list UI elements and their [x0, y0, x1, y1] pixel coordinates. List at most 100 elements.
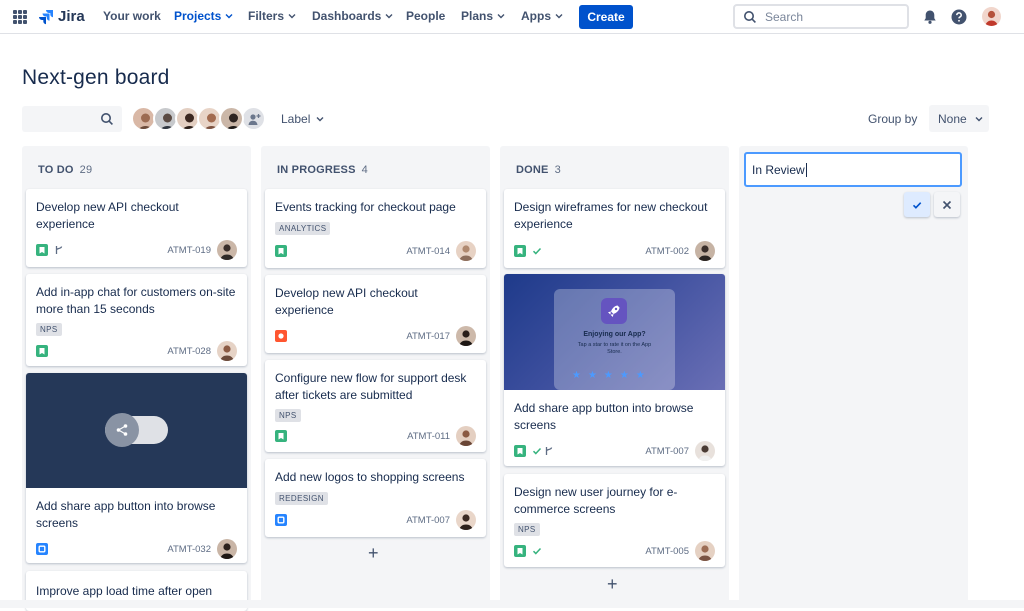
assignee-avatar[interactable]	[217, 240, 237, 260]
card-title: Improve app load time after open	[36, 584, 213, 598]
issue-card[interactable]: Design wireframes for new checkout exper…	[504, 189, 725, 268]
issue-key: ATMT-005	[645, 546, 689, 557]
nav-apps[interactable]: Apps	[521, 9, 563, 23]
column-name-input[interactable]: In Review	[744, 152, 962, 187]
notification-bell-icon[interactable]	[921, 8, 939, 26]
card-title: Design new user journey for e-commerce s…	[514, 485, 678, 516]
text-caret	[805, 162, 807, 177]
card-title: Add in-app chat for customers on-site mo…	[36, 285, 236, 316]
issue-card[interactable]: Events tracking for checkout page ANALYT…	[265, 189, 486, 268]
group-by-select[interactable]: None	[929, 105, 989, 132]
chevron-down-icon	[288, 14, 296, 19]
branch-icon	[55, 246, 63, 254]
nav-label: People	[406, 9, 446, 23]
search-icon	[744, 10, 756, 23]
assignee-avatar[interactable]	[695, 441, 715, 461]
card-title: Develop new API checkout experience	[275, 286, 418, 317]
label-tag: NPS	[514, 523, 540, 536]
column-name: IN PROGRESS	[277, 164, 356, 176]
column-done: DONE 3 Design wireframes for new checkout…	[500, 146, 729, 608]
label-filter-dropdown[interactable]: Label	[281, 112, 324, 126]
issue-key: ATMT-032	[167, 544, 211, 555]
card-title: Design wireframes for new checkout exper…	[514, 200, 708, 231]
add-card-button[interactable]: +	[607, 574, 618, 595]
top-navigation: Jira Your work Projects Filters Dashboar…	[0, 0, 1024, 34]
check-icon	[532, 447, 542, 455]
app-switcher-icon[interactable]	[13, 10, 27, 24]
chevron-down-icon	[497, 14, 505, 19]
issue-card[interactable]: Add new logos to shopping screens REDESI…	[265, 459, 486, 537]
cancel-button[interactable]	[934, 192, 960, 217]
issue-card[interactable]: Design new user journey for e-commerce s…	[504, 474, 725, 567]
story-icon	[275, 430, 287, 442]
issue-key: ATMT-002	[645, 246, 689, 257]
board-search-input[interactable]	[22, 106, 122, 132]
rocket-icon	[601, 298, 627, 324]
nav-plans[interactable]: Plans	[461, 9, 505, 23]
issue-key: ATMT-011	[407, 431, 450, 442]
nav-dashboards[interactable]: Dashboards	[312, 9, 393, 23]
horizontal-scrollbar[interactable]	[0, 600, 1024, 608]
card-title: Configure new flow for support desk afte…	[275, 371, 467, 402]
card-title: Events tracking for checkout page	[275, 200, 456, 214]
assignee-avatar[interactable]	[456, 426, 476, 446]
nav-label: Dashboards	[312, 9, 382, 23]
add-person-icon[interactable]	[241, 106, 266, 131]
story-icon	[514, 245, 526, 257]
column-count: 4	[361, 164, 368, 176]
issue-key: ATMT-017	[406, 331, 450, 342]
column-name: TO DO	[38, 164, 74, 176]
nav-filters[interactable]: Filters	[248, 9, 296, 23]
chevron-down-icon	[225, 14, 233, 19]
issue-key: ATMT-007	[645, 446, 689, 457]
issue-card[interactable]: Develop new API checkout experience ATMT…	[26, 189, 247, 267]
issue-card[interactable]: Configure new flow for support desk afte…	[265, 360, 486, 452]
chevron-down-icon	[555, 14, 563, 19]
add-card-button[interactable]: +	[368, 543, 379, 564]
create-button[interactable]: Create	[579, 5, 633, 29]
issue-key: ATMT-014	[406, 246, 450, 257]
confirm-button[interactable]	[904, 192, 930, 217]
chevron-down-icon	[385, 14, 393, 19]
column-header: DONE 3	[516, 164, 561, 176]
story-icon	[514, 545, 526, 557]
issue-card[interactable]: Enjoying our App? Tap a star to rate it …	[504, 274, 725, 466]
assignee-avatar[interactable]	[456, 326, 476, 346]
help-icon[interactable]	[950, 8, 968, 26]
search-icon	[101, 113, 113, 125]
nav-label: Projects	[174, 9, 222, 23]
issue-card[interactable]: Develop new API checkout experience ATMT…	[265, 275, 486, 353]
task-icon	[275, 514, 287, 526]
chevron-down-icon	[316, 117, 324, 122]
share-icon	[105, 413, 139, 447]
task-icon	[36, 543, 48, 555]
nav-your-work[interactable]: Your work	[103, 9, 161, 23]
search-input[interactable]: Search	[733, 4, 909, 29]
issue-card[interactable]: Add in-app chat for customers on-site mo…	[26, 274, 247, 366]
column-name-value: In Review	[752, 162, 805, 177]
card-title: Develop new API checkout experience	[36, 200, 179, 231]
jira-logo[interactable]: Jira	[38, 8, 85, 25]
branch-icon	[545, 447, 553, 455]
column-header: TO DO 29	[38, 164, 92, 176]
assignee-avatar[interactable]	[217, 539, 237, 559]
nav-label: Filters	[248, 9, 285, 23]
assignee-avatar[interactable]	[217, 341, 237, 361]
assignee-avatar[interactable]	[456, 510, 476, 530]
search-placeholder: Search	[765, 9, 804, 24]
column-header: IN PROGRESS 4	[277, 164, 368, 176]
assignee-avatar[interactable]	[695, 541, 715, 561]
check-icon	[532, 547, 542, 555]
assignee-avatar[interactable]	[695, 241, 715, 261]
nav-people[interactable]: People	[406, 9, 445, 23]
assignee-avatar[interactable]	[456, 241, 476, 261]
avatar[interactable]	[219, 106, 244, 131]
profile-avatar[interactable]	[982, 7, 1001, 26]
column-count: 3	[554, 164, 561, 176]
nav-projects[interactable]: Projects	[174, 9, 233, 23]
story-icon	[514, 445, 526, 457]
star-rating-icon: ★★★★★	[572, 370, 652, 381]
group-by-label: Group by	[868, 112, 918, 126]
issue-card[interactable]: Add share app button into browse screens…	[26, 373, 247, 563]
label-tag: ANALYTICS	[275, 222, 331, 235]
